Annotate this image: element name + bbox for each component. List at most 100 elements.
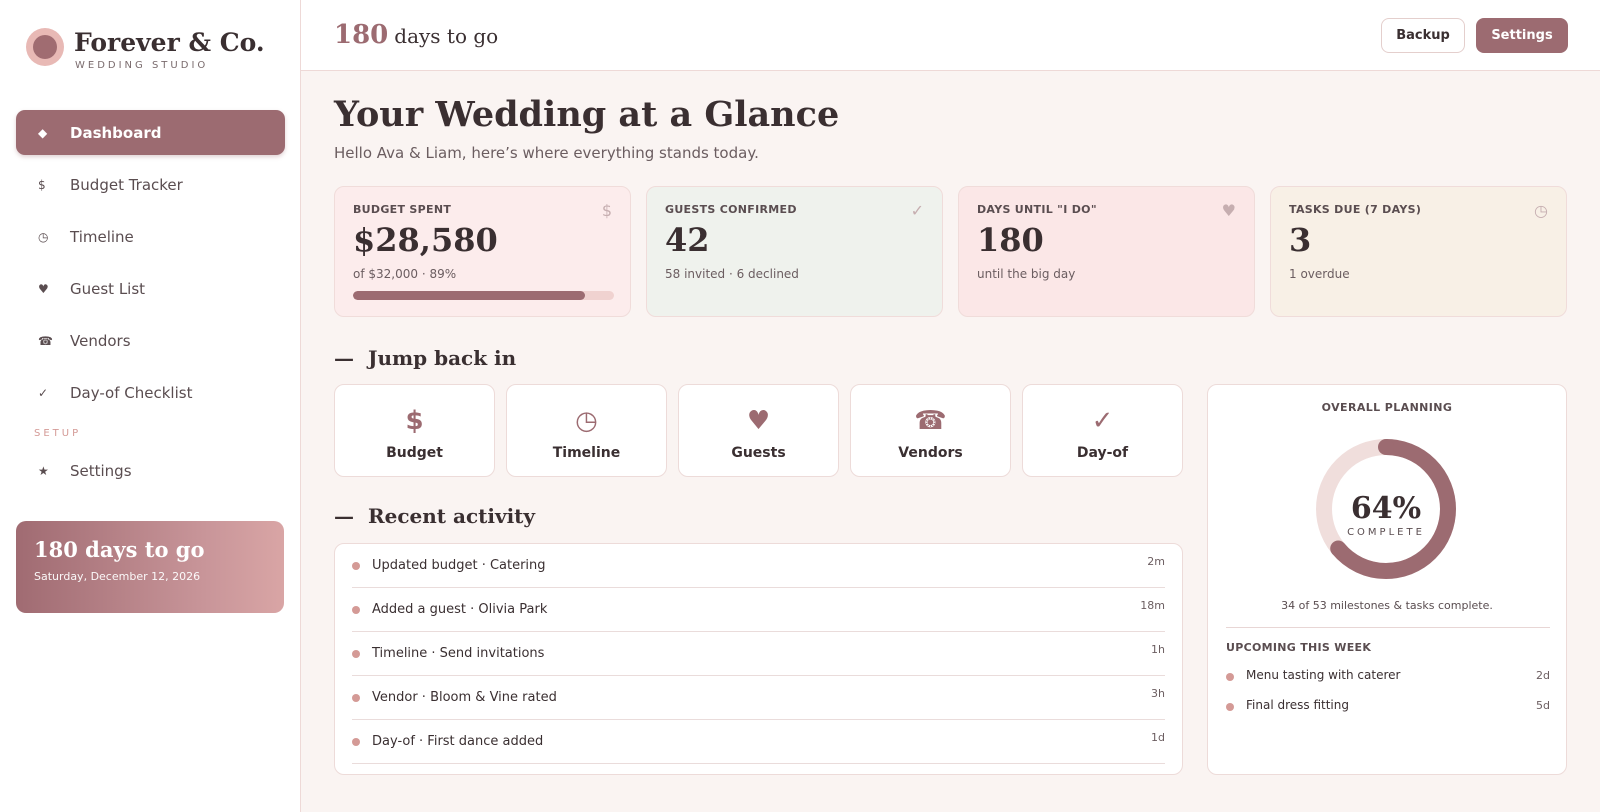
activity-time: 1d bbox=[1151, 731, 1165, 744]
brand-logo-icon bbox=[26, 28, 64, 66]
recent-activity-heading: — Recent activity bbox=[334, 504, 535, 528]
stat-label: GUESTS CONFIRMED bbox=[665, 203, 797, 216]
brand[interactable]: Forever & Co. WEDDING STUDIO bbox=[26, 28, 296, 78]
phone-icon: ☎ bbox=[914, 406, 947, 436]
dollar-icon: $ bbox=[601, 201, 612, 220]
sidebar-item-guest-list[interactable]: ♥ Guest List bbox=[16, 266, 285, 311]
jump-day-of-button[interactable]: ✓ Day-of bbox=[1022, 384, 1183, 477]
stat-value: 42 bbox=[665, 221, 710, 259]
phone-icon: ☎ bbox=[38, 333, 53, 348]
stat-note: 1 overdue bbox=[1289, 267, 1350, 281]
days-to-go: 180 days to go bbox=[334, 20, 498, 50]
list-item[interactable]: Vendor · Bloom & Vine rated 3h bbox=[352, 676, 1165, 720]
countdown-title: 180 days to go bbox=[34, 537, 205, 562]
activity-text: Vendor · Bloom & Vine rated bbox=[372, 690, 557, 705]
page-title: Your Wedding at a Glance bbox=[334, 94, 840, 135]
upcoming-time: 5d bbox=[1536, 698, 1550, 712]
sidebar-item-label: Vendors bbox=[70, 331, 131, 350]
page-subtitle: Hello Ava & Liam, here’s where everythin… bbox=[334, 144, 759, 162]
sidebar-item-label: Budget Tracker bbox=[70, 175, 183, 194]
backup-button[interactable]: Backup bbox=[1381, 18, 1465, 53]
list-item[interactable]: Day-of · First dance added 1d bbox=[352, 720, 1165, 764]
stat-card-tasks: TASKS DUE (7 DAYS) ◷ 3 1 overdue bbox=[1270, 186, 1567, 317]
stat-card-budget: BUDGET SPENT $ $28,580 of $32,000 · 89% bbox=[334, 186, 631, 317]
budget-progress-bar bbox=[353, 291, 614, 300]
sidebar-item-label: Timeline bbox=[70, 227, 134, 246]
sidebar-item-budget-tracker[interactable]: $ Budget Tracker bbox=[16, 162, 285, 207]
stat-note: 58 invited · 6 declined bbox=[665, 267, 799, 281]
sidebar-item-settings[interactable]: ★ Settings bbox=[16, 448, 285, 493]
diamond-icon: ◆ bbox=[38, 125, 48, 140]
bullet-dot-icon bbox=[352, 605, 360, 614]
days-to-go-number: 180 bbox=[334, 20, 389, 50]
planning-note: 34 of 53 milestones & tasks complete. bbox=[1281, 599, 1493, 612]
list-item[interactable]: Final dress fitting 5d bbox=[1226, 695, 1550, 715]
jump-back-heading: — Jump back in bbox=[334, 346, 516, 370]
dollar-icon: $ bbox=[38, 177, 46, 192]
activity-time: 2m bbox=[1147, 555, 1165, 568]
bullet-dot-icon bbox=[1226, 673, 1234, 681]
upcoming-heading: UPCOMING THIS WEEK bbox=[1226, 641, 1372, 654]
jump-label: Day-of bbox=[1076, 445, 1129, 461]
planning-title: OVERALL PLANNING bbox=[1321, 401, 1453, 414]
stat-value: $28,580 bbox=[353, 221, 498, 259]
activity-text: Day-of · First dance added bbox=[372, 734, 544, 749]
heart-icon: ♥ bbox=[38, 281, 49, 296]
budget-progress-fill bbox=[353, 291, 586, 300]
sidebar-item-label: Dashboard bbox=[70, 123, 162, 142]
sidebar-nav: ◆ Dashboard $ Budget Tracker ◷ Timeline … bbox=[16, 110, 285, 422]
clock-icon: ◷ bbox=[1534, 201, 1548, 220]
overall-planning-card: OVERALL PLANNING 64% COMPLETE 34 of 53 m… bbox=[1207, 384, 1567, 775]
list-item[interactable]: Added a guest · Olivia Park 18m bbox=[352, 588, 1165, 632]
sidebar-item-dashboard[interactable]: ◆ Dashboard bbox=[16, 110, 285, 155]
jump-guests-button[interactable]: ♥ Guests bbox=[678, 384, 839, 477]
sidebar: Forever & Co. WEDDING STUDIO ◆ Dashboard… bbox=[0, 0, 301, 812]
activity-time: 3h bbox=[1151, 687, 1165, 700]
check-icon: ✓ bbox=[1091, 406, 1114, 436]
jump-back-heading-text: Jump back in bbox=[368, 346, 517, 370]
sidebar-item-label: Day-of Checklist bbox=[70, 383, 193, 402]
bullet-dot-icon bbox=[352, 649, 360, 658]
stat-value: 3 bbox=[1289, 221, 1312, 259]
brand-name: Forever & Co. bbox=[74, 28, 265, 57]
donut-cap-end bbox=[1330, 540, 1347, 557]
activity-text: Timeline · Send invitations bbox=[372, 646, 545, 661]
activity-text: Updated budget · Catering bbox=[372, 558, 546, 573]
settings-button[interactable]: Settings bbox=[1476, 18, 1568, 53]
stat-label: BUDGET SPENT bbox=[353, 203, 452, 216]
days-to-go-text: days to go bbox=[394, 24, 499, 48]
list-item[interactable]: Updated budget · Catering 2m bbox=[352, 544, 1165, 588]
sidebar-settings-group: ★ Settings bbox=[16, 448, 285, 500]
list-item[interactable]: Menu tasting with caterer 2d bbox=[1226, 665, 1550, 685]
jump-timeline-button[interactable]: ◷ Timeline bbox=[506, 384, 667, 477]
activity-time: 1h bbox=[1151, 643, 1165, 656]
star-icon: ★ bbox=[38, 463, 49, 478]
recent-activity-heading-text: Recent activity bbox=[368, 504, 536, 528]
stat-card-guests: GUESTS CONFIRMED ✓ 42 58 invited · 6 dec… bbox=[646, 186, 943, 317]
bullet-dot-icon bbox=[352, 561, 360, 570]
stat-value: 180 bbox=[977, 221, 1044, 259]
upcoming-text: Final dress fitting bbox=[1246, 698, 1349, 712]
stat-note: of $32,000 · 89% bbox=[353, 267, 457, 281]
sidebar-item-timeline[interactable]: ◷ Timeline bbox=[16, 214, 285, 259]
upcoming-text: Menu tasting with caterer bbox=[1246, 668, 1401, 682]
clock-icon: ◷ bbox=[38, 229, 49, 244]
bullet-dot-icon bbox=[352, 693, 360, 702]
sidebar-item-label: Guest List bbox=[70, 279, 146, 298]
stat-note: until the big day bbox=[977, 267, 1076, 281]
donut-cap-start bbox=[1378, 439, 1394, 455]
check-icon: ✓ bbox=[910, 201, 924, 220]
jump-vendors-button[interactable]: ☎ Vendors bbox=[850, 384, 1011, 477]
sidebar-item-vendors[interactable]: ☎ Vendors bbox=[16, 318, 285, 363]
topbar: 180 days to go Backup Settings bbox=[301, 0, 1600, 71]
sidebar-section-setup: SETUP bbox=[34, 428, 82, 439]
list-item[interactable]: Timeline · Send invitations 1h bbox=[352, 632, 1165, 676]
heart-icon: ♥ bbox=[1221, 201, 1236, 220]
planning-percent: 64% bbox=[1350, 491, 1422, 526]
sidebar-item-day-of-checklist[interactable]: ✓ Day-of Checklist bbox=[16, 370, 285, 415]
planning-complete-label: COMPLETE bbox=[1347, 527, 1425, 538]
dollar-icon: $ bbox=[405, 406, 424, 436]
stat-label: TASKS DUE (7 DAYS) bbox=[1289, 203, 1422, 216]
countdown-date: Saturday, December 12, 2026 bbox=[34, 570, 201, 583]
jump-budget-button[interactable]: $ Budget bbox=[334, 384, 495, 477]
